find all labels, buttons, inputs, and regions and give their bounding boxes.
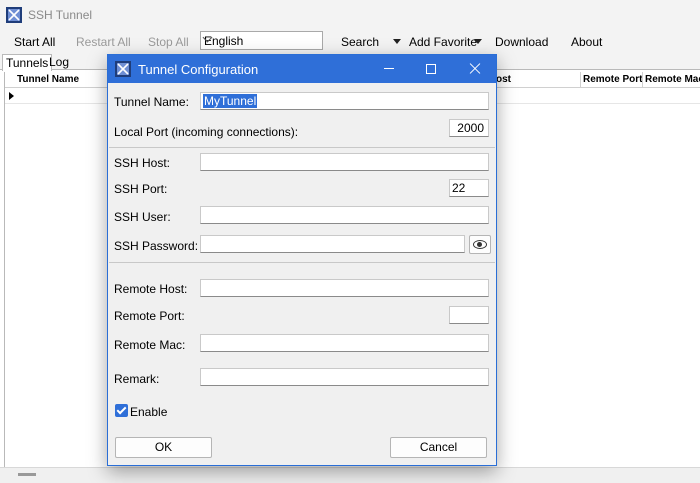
show-password-button[interactable] — [469, 235, 491, 254]
remark-input[interactable] — [200, 368, 489, 386]
download-button[interactable]: Download — [495, 35, 548, 49]
column-header-remote-mac[interactable]: Remote Mac — [645, 74, 700, 85]
enable-checkbox[interactable] — [115, 404, 128, 417]
row-selector-icon — [9, 92, 14, 100]
column-separator — [642, 72, 643, 88]
remark-label: Remark: — [114, 372, 160, 386]
tab-log[interactable]: Log — [46, 54, 72, 70]
remote-mac-input[interactable] — [200, 334, 489, 352]
tunnel-name-input[interactable]: MyTunnel — [200, 92, 489, 110]
cancel-button[interactable]: Cancel — [390, 437, 487, 458]
tab-tunnels[interactable]: Tunnels — [2, 54, 53, 71]
minimize-button[interactable] — [368, 55, 410, 83]
resize-grip[interactable] — [18, 473, 36, 476]
remote-host-input[interactable] — [200, 279, 489, 297]
remote-port-input[interactable] — [449, 306, 489, 324]
remote-host-label: Remote Host: — [114, 282, 188, 296]
app-logo-icon — [6, 7, 22, 23]
about-button[interactable]: About — [571, 35, 602, 49]
language-select[interactable]: English — [200, 31, 323, 50]
eye-icon — [473, 240, 487, 249]
maximize-button[interactable] — [410, 55, 452, 83]
local-port-input[interactable]: 2000 — [449, 119, 489, 137]
ssh-port-input[interactable]: 22 — [449, 179, 489, 197]
ssh-host-input[interactable] — [200, 153, 489, 171]
add-favorite-dropdown-icon[interactable] — [393, 39, 401, 44]
divider — [109, 147, 495, 148]
app-logo-icon — [115, 61, 131, 77]
add-favorite-button[interactable]: Add Favorite — [409, 35, 477, 49]
main-titlebar: SSH Tunnel — [0, 0, 700, 30]
stop-all-button[interactable]: Stop All — [148, 35, 189, 49]
chevron-down-icon[interactable] — [474, 39, 482, 44]
ssh-password-label: SSH Password: — [114, 239, 199, 253]
tunnel-name-label: Tunnel Name: — [114, 95, 189, 109]
divider — [109, 262, 495, 263]
restart-all-button[interactable]: Restart All — [76, 35, 131, 49]
app-title: SSH Tunnel — [28, 8, 93, 22]
dialog-title: Tunnel Configuration — [138, 62, 259, 77]
enable-label: Enable — [130, 405, 168, 419]
ssh-user-label: SSH User: — [114, 210, 171, 224]
ssh-host-label: SSH Host: — [114, 156, 171, 170]
search-button[interactable]: Search — [341, 35, 379, 49]
start-all-button[interactable]: Start All — [14, 35, 55, 49]
ssh-user-input[interactable] — [200, 206, 489, 224]
ssh-port-label: SSH Port: — [114, 182, 168, 196]
remote-mac-label: Remote Mac: — [114, 338, 186, 352]
maximize-icon — [426, 64, 436, 74]
minimize-icon — [384, 68, 394, 69]
column-header-tunnel-name[interactable]: Tunnel Name — [17, 74, 79, 85]
column-header-host[interactable]: ost — [496, 74, 511, 85]
dialog-titlebar[interactable]: Tunnel Configuration — [108, 55, 496, 83]
tunnel-name-value: MyTunnel — [203, 94, 258, 108]
ssh-password-input[interactable] — [200, 235, 465, 253]
toolbar: Start All Restart All Stop All Search Ad… — [0, 30, 700, 54]
status-bar — [0, 467, 700, 483]
column-separator — [580, 72, 581, 88]
close-icon[interactable] — [454, 55, 496, 83]
column-header-remote-port[interactable]: Remote Port — [583, 74, 642, 85]
local-port-label: Local Port (incoming connections): — [114, 125, 299, 139]
ok-button[interactable]: OK — [115, 437, 212, 458]
tunnel-configuration-dialog: Tunnel Configuration Tunnel Name: MyTunn… — [107, 54, 497, 466]
remote-port-label: Remote Port: — [114, 309, 185, 323]
